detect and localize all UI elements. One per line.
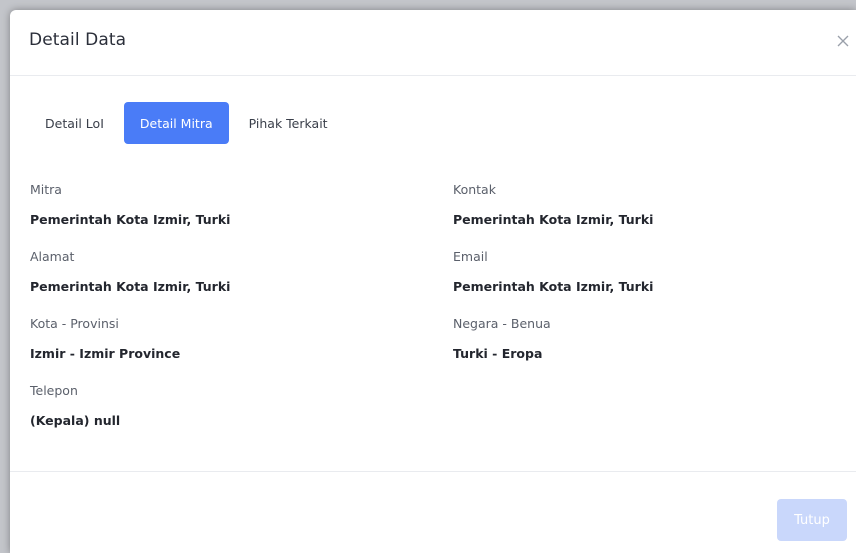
- field-label: Kontak: [453, 182, 496, 197]
- field-telepon: Telepon (Kepala) null: [30, 383, 390, 429]
- detail-data-modal: Detail Data Detail LoI Detail Mitra Piha…: [10, 10, 856, 553]
- field-label: Negara - Benua: [453, 316, 551, 331]
- field-value: Pemerintah Kota Izmir, Turki: [453, 279, 654, 294]
- field-label: Telepon: [30, 383, 78, 398]
- field-kontak: Kontak Pemerintah Kota Izmir, Turki: [453, 182, 813, 228]
- tab-detail-loi[interactable]: Detail LoI: [29, 102, 120, 144]
- field-label: Kota - Provinsi: [30, 316, 119, 331]
- close-button[interactable]: Tutup: [777, 499, 847, 541]
- field-email: Email Pemerintah Kota Izmir, Turki: [453, 249, 813, 295]
- field-label: Alamat: [30, 249, 75, 264]
- field-label: Mitra: [30, 182, 62, 197]
- field-kota-provinsi: Kota - Provinsi Izmir - Izmir Province: [30, 316, 390, 362]
- tab-detail-mitra[interactable]: Detail Mitra: [123, 102, 229, 144]
- field-label: Email: [453, 249, 488, 264]
- modal-footer: Tutup: [10, 471, 856, 553]
- tab-bar: Detail LoI Detail Mitra Pihak Terkait: [29, 102, 344, 144]
- modal-header: Detail Data: [10, 10, 856, 76]
- close-icon[interactable]: [834, 32, 852, 50]
- field-negara-benua: Negara - Benua Turki - Eropa: [453, 316, 813, 362]
- field-alamat: Alamat Pemerintah Kota Izmir, Turki: [30, 249, 390, 295]
- field-value: Izmir - Izmir Province: [30, 346, 181, 361]
- field-value: Pemerintah Kota Izmir, Turki: [30, 279, 231, 294]
- field-value: Pemerintah Kota Izmir, Turki: [30, 212, 231, 227]
- field-value: Turki - Eropa: [453, 346, 543, 361]
- field-value: Pemerintah Kota Izmir, Turki: [453, 212, 654, 227]
- field-value: (Kepala) null: [30, 413, 121, 428]
- field-mitra: Mitra Pemerintah Kota Izmir, Turki: [30, 182, 390, 228]
- tab-pihak-terkait[interactable]: Pihak Terkait: [233, 102, 344, 144]
- modal-title: Detail Data: [29, 30, 127, 50]
